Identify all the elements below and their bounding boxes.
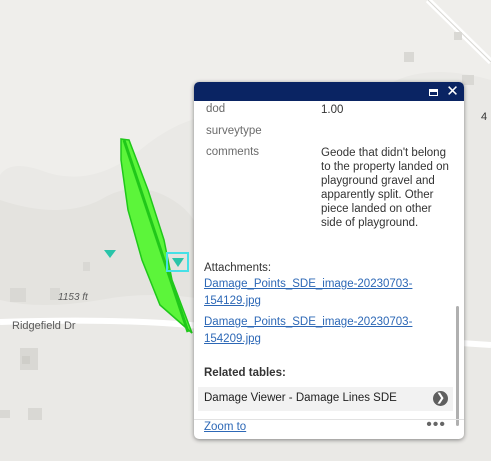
feature-popup: ✕ dod 1.00 surveytype comments Geode tha… bbox=[194, 82, 464, 439]
field-value: 1.00 bbox=[321, 104, 344, 116]
field-name: comments bbox=[206, 146, 260, 158]
footer-divider bbox=[194, 419, 464, 420]
field-value: Geode that didn't belong to the property… bbox=[321, 147, 449, 229]
field-name: dod bbox=[206, 103, 226, 115]
close-icon: ✕ bbox=[446, 83, 459, 100]
more-options-button[interactable]: ••• bbox=[426, 416, 446, 434]
zoom-to-link[interactable]: Zoom to bbox=[204, 421, 246, 433]
popup-body[interactable]: dod 1.00 surveytype comments Geode that … bbox=[194, 101, 464, 439]
popup-header: ✕ bbox=[194, 82, 464, 101]
close-button[interactable]: ✕ bbox=[444, 83, 461, 100]
scrollbar[interactable] bbox=[456, 306, 459, 426]
related-tables-label: Related tables: bbox=[204, 367, 286, 379]
map-edge-number: 4 bbox=[481, 111, 488, 123]
attachment-link[interactable]: Damage_Points_SDE_image-20230703-154209.… bbox=[204, 314, 444, 348]
attachment-link[interactable]: Damage_Points_SDE_image-20230703-154129.… bbox=[204, 276, 444, 310]
related-table-label: Damage Viewer - Damage Lines SDE bbox=[204, 392, 397, 404]
attachments-label: Attachments: bbox=[204, 262, 272, 274]
road-label: Ridgefield Dr bbox=[12, 320, 76, 332]
elevation-label: 1153 ft bbox=[58, 292, 88, 303]
related-table-item[interactable]: Damage Viewer - Damage Lines SDE ❯ bbox=[198, 387, 453, 411]
maximize-button[interactable] bbox=[425, 83, 442, 100]
maximize-icon bbox=[429, 89, 438, 96]
field-name: surveytype bbox=[206, 125, 262, 137]
chevron-right-icon: ❯ bbox=[433, 391, 448, 406]
